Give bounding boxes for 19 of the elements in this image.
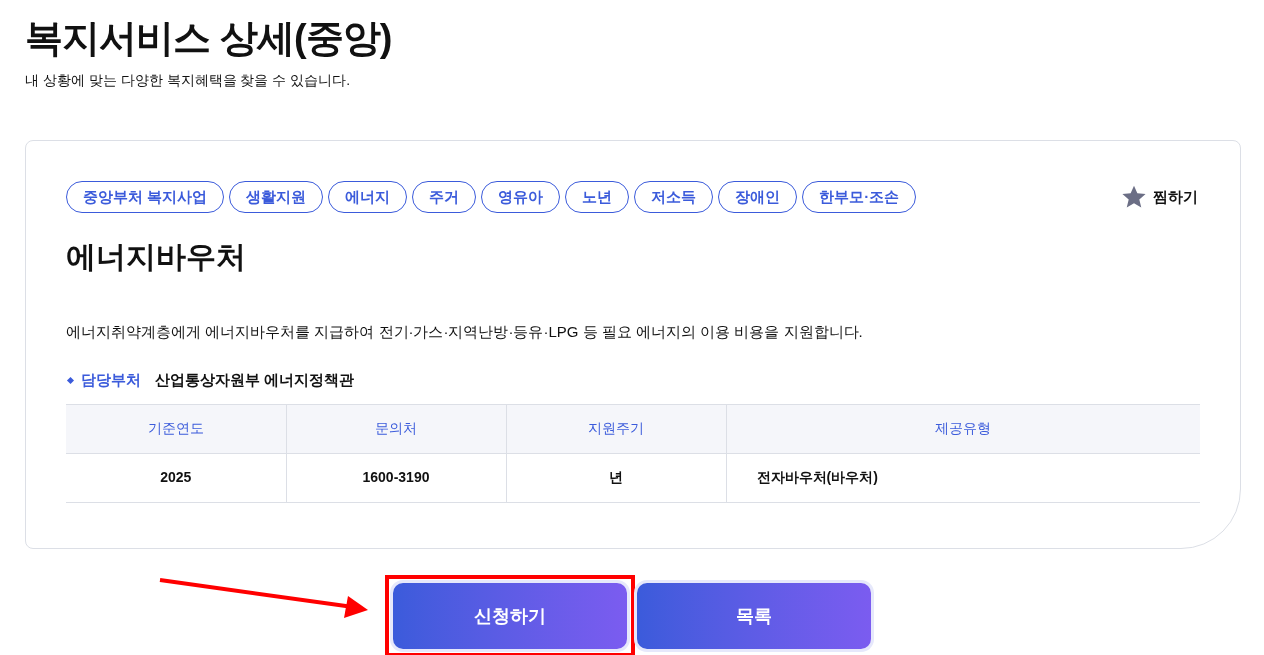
department-value: 산업통상자원부 에너지정책관: [155, 370, 355, 390]
action-button[interactable]: 신청하기: [393, 583, 627, 649]
column-header: 문의처: [286, 404, 506, 453]
service-description: 에너지취약계층에게 에너지바우처를 지급하여 전기·가스·지역난방·등유·LPG 등 필요 에너지의 이용 비용을 지원합니다.: [66, 322, 864, 342]
table-cell: 년: [506, 453, 726, 502]
table-cell: 2025: [66, 453, 286, 502]
table-cell: 전자바우처(바우처): [726, 453, 1200, 502]
action-button[interactable]: 목록: [637, 583, 871, 649]
page-subtitle: 내 상황에 맞는 다양한 복지혜택을 찾을 수 있습니다.: [25, 71, 351, 90]
column-header: 제공유형: [726, 404, 1200, 453]
star-icon[interactable]: [1121, 184, 1147, 210]
page-title: 복지서비스 상세(중앙): [25, 16, 392, 61]
service-name: 에너지바우처: [66, 239, 246, 275]
favorite-label[interactable]: 찜하기: [1153, 185, 1198, 209]
department-label: 담당부처: [81, 370, 141, 390]
table-cell: 1600-3190: [286, 453, 506, 502]
column-header: 기준연도: [66, 404, 286, 453]
bullet-icon: [66, 376, 75, 384]
column-header: 지원주기: [506, 404, 726, 453]
